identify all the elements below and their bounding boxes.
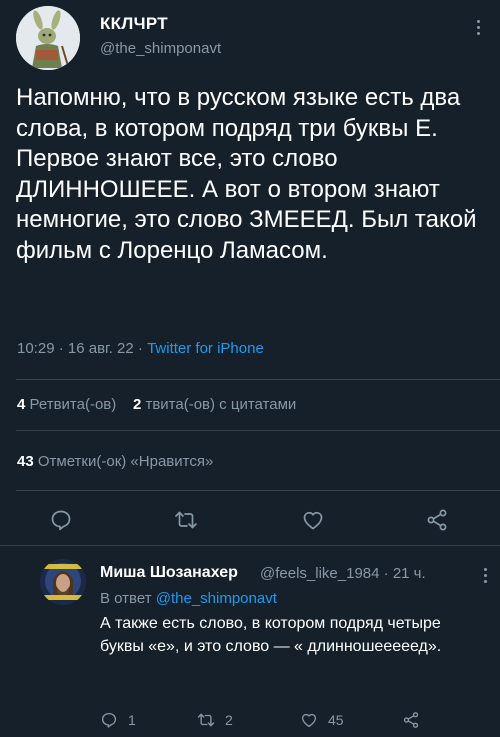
heart-icon	[301, 713, 317, 728]
share-icon	[403, 712, 419, 728]
reply-share-button[interactable]	[402, 711, 430, 729]
author-handle[interactable]: @the_shimponavt	[100, 40, 221, 57]
divider	[16, 490, 500, 491]
tweet-text: Напомню, что в русском языке есть два сл…	[16, 84, 477, 264]
reply-author-meta: @feels_like_1984 · 21 ч.	[260, 565, 426, 582]
reply-to-handle-link[interactable]: @the_shimponavt	[156, 590, 277, 607]
likes-label[interactable]: Отметки(-ок) «Нравится»	[38, 453, 213, 470]
reply-icon	[101, 712, 117, 728]
tweet-date: 16 авг. 22	[67, 340, 134, 357]
heart-icon	[303, 511, 323, 530]
quotes-count[interactable]: 2	[133, 396, 141, 413]
tweet-source-link[interactable]: Twitter for iPhone	[147, 340, 264, 357]
share-icon	[427, 509, 447, 531]
retweet-icon	[197, 713, 215, 727]
quotes-label[interactable]: твита(-ов) с цитатами	[145, 396, 296, 413]
reply-author-avatar[interactable]	[40, 559, 86, 605]
likes-stats: 43 Отметки(-ок) «Нравится»	[17, 453, 213, 470]
meta-separator: ·	[137, 340, 143, 357]
retweet-button[interactable]	[174, 508, 198, 532]
divider	[16, 379, 500, 380]
author-avatar[interactable]	[16, 6, 80, 70]
reply-reply-button[interactable]: 1	[100, 711, 136, 729]
likes-count[interactable]: 43	[17, 453, 34, 470]
author-name[interactable]: ККЛЧРТ	[100, 14, 168, 34]
reply-retweet-button[interactable]: 2	[197, 711, 233, 729]
retweets-count[interactable]: 4	[17, 396, 25, 413]
reply-to-label: В ответ	[100, 590, 152, 607]
reply-author-handle[interactable]: @feels_like_1984	[260, 565, 379, 582]
meta-separator: ·	[58, 340, 64, 357]
share-button[interactable]	[425, 508, 449, 532]
reply-retweets-count: 2	[225, 712, 233, 728]
retweets-label[interactable]: Ретвита(-ов)	[30, 396, 117, 413]
tweet-meta: 10:29 · 16 авг. 22 · Twitter for iPhone	[17, 340, 264, 357]
meta-separator: ·	[383, 565, 389, 582]
retweet-stats: 4 Ретвита(-ов) 2 твита(-ов) с цитатами	[17, 396, 296, 413]
like-button[interactable]	[301, 508, 325, 532]
reply-button[interactable]	[49, 508, 73, 532]
reply-likes-count: 45	[328, 712, 344, 728]
reply-time[interactable]: 21 ч.	[393, 565, 426, 582]
reply-text: А также есть слово, в котором подряд чет…	[100, 615, 442, 655]
reply-to-line: В ответ @the_shimponavt	[100, 590, 277, 607]
reply-replies-count: 1	[128, 712, 136, 728]
more-options-icon[interactable]	[477, 20, 481, 38]
reply-like-button[interactable]: 45	[300, 711, 344, 729]
reply-more-options-icon[interactable]	[484, 568, 488, 586]
rabbit-avatar-icon	[16, 6, 80, 70]
divider	[16, 430, 500, 431]
retweet-icon	[175, 511, 197, 529]
tweet-time: 10:29	[17, 340, 55, 357]
portrait-avatar-icon	[40, 559, 86, 605]
reply-author-name[interactable]: Миша Шозанахер	[100, 564, 238, 582]
divider	[0, 545, 500, 546]
reply-icon	[51, 510, 71, 531]
